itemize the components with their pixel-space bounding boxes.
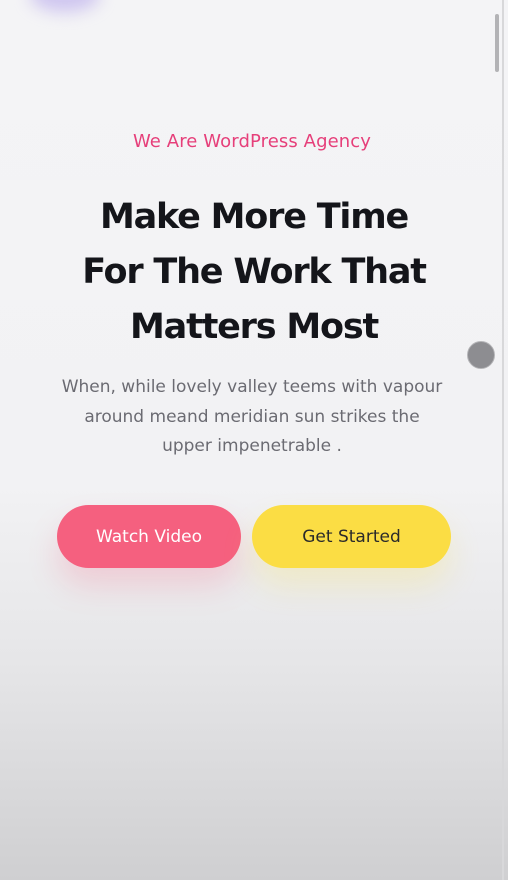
description-line: When, while lovely valley teems with vap… xyxy=(61,377,443,397)
touch-indicator-dot xyxy=(467,341,495,369)
hero-description: When, while lovely valley teems with vap… xyxy=(0,373,504,462)
watch-video-button[interactable]: Watch Video xyxy=(57,505,241,568)
headline-line: For The Work That xyxy=(82,252,427,292)
description-line: around meand meridian sun strikes the xyxy=(84,406,420,427)
edge-divider xyxy=(502,0,504,880)
scrollbar-thumb[interactable] xyxy=(495,14,499,72)
decorative-blob xyxy=(30,0,100,12)
hero-section: We Are WordPress Agency Make More Time F… xyxy=(0,0,508,880)
hero-headline: Make More Time For The Work That Matters… xyxy=(0,190,508,355)
headline-line: Make More Time xyxy=(99,197,409,237)
headline-line: Matters Most xyxy=(130,307,379,347)
description-line: upper impenetrable . xyxy=(162,436,342,456)
get-started-button[interactable]: Get Started xyxy=(252,505,451,568)
hero-tagline: We Are WordPress Agency xyxy=(132,131,372,152)
